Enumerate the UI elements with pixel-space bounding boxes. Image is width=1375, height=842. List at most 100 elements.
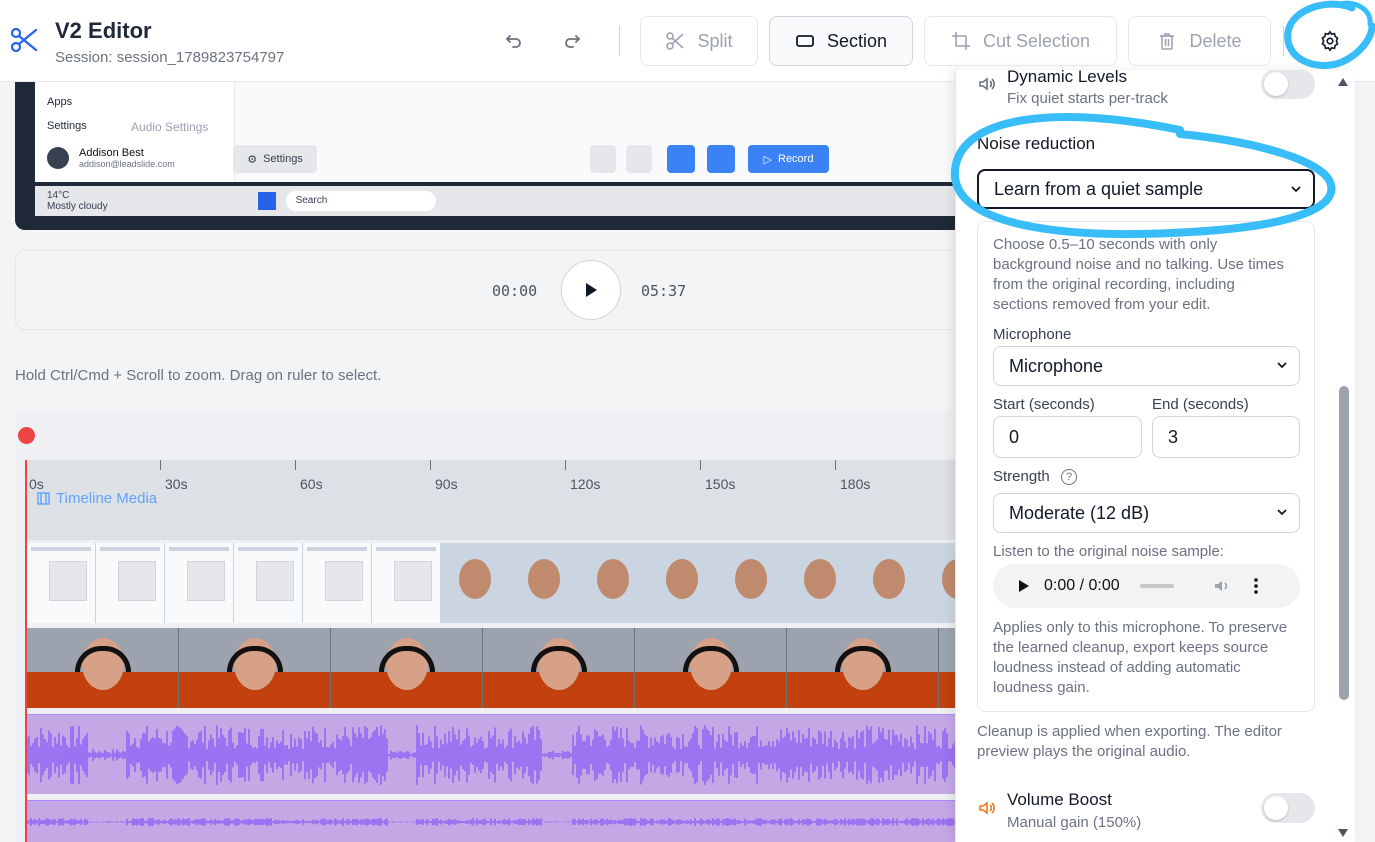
- timeline-media-label: Timeline Media: [37, 490, 157, 507]
- film-icon: [37, 492, 50, 505]
- delete-label: Delete: [1189, 30, 1242, 51]
- track-thumbnail: [648, 543, 717, 623]
- toolbar-divider: [1283, 26, 1284, 56]
- audio-settings-panel: Dynamic Levels Fix quiet starts per-trac…: [955, 70, 1355, 842]
- camera-track[interactable]: [27, 628, 960, 708]
- camera-thumbnail: [787, 628, 939, 708]
- volume-boost-toggle[interactable]: [1261, 793, 1315, 823]
- delete-button[interactable]: Delete: [1128, 16, 1271, 66]
- camera-thumbnail: [635, 628, 787, 708]
- dynamic-levels-title: Dynamic Levels: [1007, 70, 1127, 86]
- preview-apps: Apps: [47, 96, 73, 108]
- chevron-down-icon: [1291, 186, 1301, 193]
- zoom-hint: Hold Ctrl/Cmd + Scroll to zoom. Drag on …: [15, 367, 382, 384]
- ruler-tick: [430, 460, 431, 470]
- timeline-ruler[interactable]: 0s 30s 60s 90s 120s 150s 180s Timeline M…: [27, 460, 960, 540]
- ruler-label: 120s: [570, 476, 601, 492]
- video-preview[interactable]: Apps Settings Audio Settings Addison Bes…: [15, 82, 975, 230]
- redo-button[interactable]: [558, 26, 588, 56]
- dynamic-levels-subtitle: Fix quiet starts per-track: [1007, 90, 1168, 107]
- cut-selection-label: Cut Selection: [982, 30, 1091, 51]
- timeline[interactable]: 0s 30s 60s 90s 120s 150s 180s Timeline M…: [15, 410, 960, 842]
- screen-track[interactable]: [27, 543, 960, 623]
- ruler-tick: [835, 460, 836, 470]
- audio-time: 0:00 / 0:00: [1044, 577, 1120, 594]
- listen-label: Listen to the original noise sample:: [993, 543, 1224, 560]
- track-thumbnail: [579, 543, 648, 623]
- ruler-label: 90s: [435, 476, 458, 492]
- microphone-value: Microphone: [1009, 355, 1104, 376]
- track-thumbnail: [234, 543, 303, 623]
- play-button[interactable]: [561, 260, 621, 320]
- ruler-label: 180s: [840, 476, 871, 492]
- ruler-label: 30s: [165, 476, 188, 492]
- gear-icon: [1321, 30, 1339, 52]
- scroll-up-icon[interactable]: [1338, 78, 1348, 86]
- audio-progress[interactable]: [1139, 584, 1174, 588]
- speaker-icon: [979, 77, 995, 91]
- help-icon[interactable]: ?: [1061, 469, 1077, 485]
- cut-selection-button[interactable]: Cut Selection: [924, 16, 1117, 66]
- camera-icon: [626, 145, 652, 173]
- track-thumbnail: [717, 543, 786, 623]
- section-button[interactable]: Section: [769, 16, 913, 66]
- play-icon: [586, 283, 597, 297]
- editor-main: Apps Settings Audio Settings Addison Bes…: [0, 82, 975, 842]
- gear-icon: ⚙: [247, 153, 258, 166]
- volume-icon[interactable]: [1212, 576, 1232, 596]
- split-label: Split: [697, 30, 733, 51]
- end-seconds-input[interactable]: 3: [1152, 416, 1300, 458]
- track-thumbnail: [96, 543, 165, 623]
- more-options-icon[interactable]: [1253, 578, 1258, 594]
- screen-icon: [667, 145, 695, 173]
- noise-reduction-mode-value: Learn from a quiet sample: [994, 178, 1204, 199]
- user-icon: [707, 145, 735, 173]
- panel-scroll-thumb[interactable]: [1339, 386, 1349, 700]
- volume-boost-title: Volume Boost: [1007, 790, 1112, 809]
- crop-icon: [951, 32, 970, 50]
- settings-gear-button[interactable]: [1305, 16, 1355, 66]
- section-label: Section: [826, 30, 888, 51]
- preview-record-label: Record: [778, 153, 814, 165]
- audio-track-system[interactable]: [26, 800, 960, 842]
- undo-button[interactable]: [498, 26, 528, 56]
- track-thumbnail: [27, 543, 96, 623]
- preview-settings-label: Settings: [263, 153, 303, 165]
- start-seconds-input[interactable]: 0: [993, 416, 1142, 458]
- playhead-handle[interactable]: [18, 427, 35, 444]
- scroll-down-icon[interactable]: [1338, 829, 1348, 837]
- toolbar-divider: [619, 26, 620, 56]
- track-thumbnail: [303, 543, 372, 623]
- preview-taskbar: 14°C Mostly cloudy Search: [35, 186, 975, 216]
- playhead-line: [25, 460, 27, 842]
- preview-settings-button: ⚙ Settings: [233, 145, 317, 173]
- track-thumbnail: [855, 543, 924, 623]
- chevron-down-icon: [1277, 509, 1287, 516]
- camera-thumbnail: [331, 628, 483, 708]
- preview-weather-text: Mostly cloudy: [47, 201, 108, 212]
- redo-icon: [565, 35, 581, 48]
- cleanup-note: Cleanup is applied when exporting. The e…: [977, 723, 1282, 760]
- dynamic-levels-toggle[interactable]: [1261, 70, 1315, 99]
- timeline-media-text: Timeline Media: [56, 490, 158, 507]
- mic-icon: [590, 145, 616, 173]
- undo-icon: [505, 35, 521, 48]
- split-button[interactable]: Split: [640, 16, 758, 66]
- noise-sample-settings: Choose 0.5–10 seconds with only backgrou…: [977, 221, 1315, 712]
- noise-sample-audio-player: 0:00 / 0:00: [993, 564, 1300, 608]
- strength-select[interactable]: Moderate (12 dB): [993, 493, 1300, 533]
- audio-track-microphone[interactable]: [26, 714, 960, 794]
- avatar: [47, 147, 69, 169]
- audio-waveform: [26, 818, 960, 826]
- microphone-select[interactable]: Microphone: [993, 346, 1300, 386]
- camera-thumbnail: [179, 628, 331, 708]
- strength-label: Strength: [993, 468, 1050, 485]
- track-thumbnail: [165, 543, 234, 623]
- track-thumbnail: [441, 543, 510, 623]
- ruler-tick: [160, 460, 161, 470]
- ruler-tick: [700, 460, 701, 470]
- preview-user-name: Addison Best: [79, 147, 144, 159]
- play-icon[interactable]: [1018, 579, 1030, 593]
- noise-reduction-mode-select[interactable]: Learn from a quiet sample: [977, 169, 1315, 209]
- total-time: 05:37: [641, 282, 687, 300]
